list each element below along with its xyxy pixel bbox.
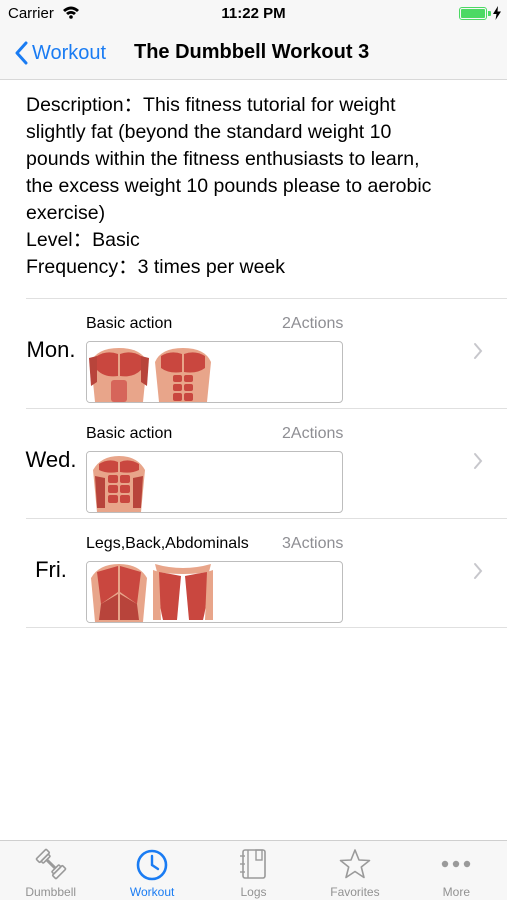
chest-muscles-image [87, 342, 151, 402]
exercise-images [86, 451, 343, 513]
battery-cap [488, 11, 491, 16]
back-label: Workout [32, 41, 107, 64]
tab-bar: Dumbbell Workout Logs Favorites More [0, 840, 507, 900]
chevron-left-icon [15, 41, 28, 65]
day-label: Fri. [35, 557, 67, 582]
notebook-icon [237, 847, 271, 886]
description-line: Description：This fitness tutorial for we… [26, 94, 396, 116]
legs-muscles-image [151, 562, 215, 622]
description-line: the excess weight 10 pounds please to ae… [26, 175, 432, 197]
action-count: 2Actions [282, 425, 344, 442]
action-name: Legs,Back,Abdominals [86, 535, 249, 552]
back-muscles-image [87, 562, 151, 622]
dumbbell-icon [34, 847, 68, 886]
frequency-line: Frequency：3 times per week [26, 256, 286, 278]
page-title: The Dumbbell Workout 3 [134, 41, 370, 63]
action-name: Basic action [86, 425, 173, 442]
workout-description: Description：This fitness tutorial for we… [26, 92, 476, 281]
back-button[interactable]: Workout [14, 38, 106, 68]
tab-label: More [442, 885, 470, 899]
chevron-right-icon [473, 342, 483, 365]
day-label: Wed. [25, 447, 77, 472]
level-line: Level：Basic [26, 229, 140, 251]
action-name: Basic action [86, 315, 173, 332]
exercise-images [86, 561, 343, 623]
navigation-bar: Workout The Dumbbell Workout 3 [0, 28, 507, 80]
tab-favorites[interactable]: Favorites [304, 841, 405, 900]
clock-icon [135, 847, 169, 886]
tab-label: Favorites [330, 885, 380, 899]
exercise-images [86, 341, 343, 403]
day-row-monday[interactable]: Mon. Basic action 2Actions [26, 298, 507, 408]
chest-abs-muscles-image [151, 342, 215, 402]
day-label: Mon. [26, 337, 76, 362]
tab-label: Workout [129, 885, 175, 899]
day-row-friday[interactable]: Fri. Legs,Back,Abdominals 3Actions [26, 518, 507, 628]
charging-bolt-icon [493, 6, 501, 25]
star-icon [338, 847, 372, 886]
chevron-right-icon [473, 562, 483, 585]
day-row-wednesday[interactable]: Wed. Basic action 2Actions [26, 408, 507, 518]
tab-label: Dumbbell [25, 885, 77, 899]
tab-label: Logs [240, 885, 267, 899]
tab-logs[interactable]: Logs [203, 841, 304, 900]
action-count: 3Actions [282, 535, 344, 552]
action-count: 2Actions [282, 315, 344, 332]
chevron-right-icon [473, 452, 483, 475]
tab-more[interactable]: More [406, 841, 507, 900]
description-line: slightly fat (beyond the standard weight… [26, 121, 392, 143]
status-bar: Carrier 11:22 PM [0, 0, 507, 28]
tab-dumbbell[interactable]: Dumbbell [0, 841, 101, 900]
more-dots-icon [439, 847, 473, 886]
status-time: 11:22 PM [221, 5, 286, 22]
tab-workout[interactable]: Workout [101, 841, 202, 900]
battery-icon [459, 7, 487, 20]
abs-muscles-image [87, 452, 151, 512]
description-line: pounds within the fitness enthusiasts to… [26, 148, 420, 170]
description-line: exercise) [26, 202, 106, 224]
